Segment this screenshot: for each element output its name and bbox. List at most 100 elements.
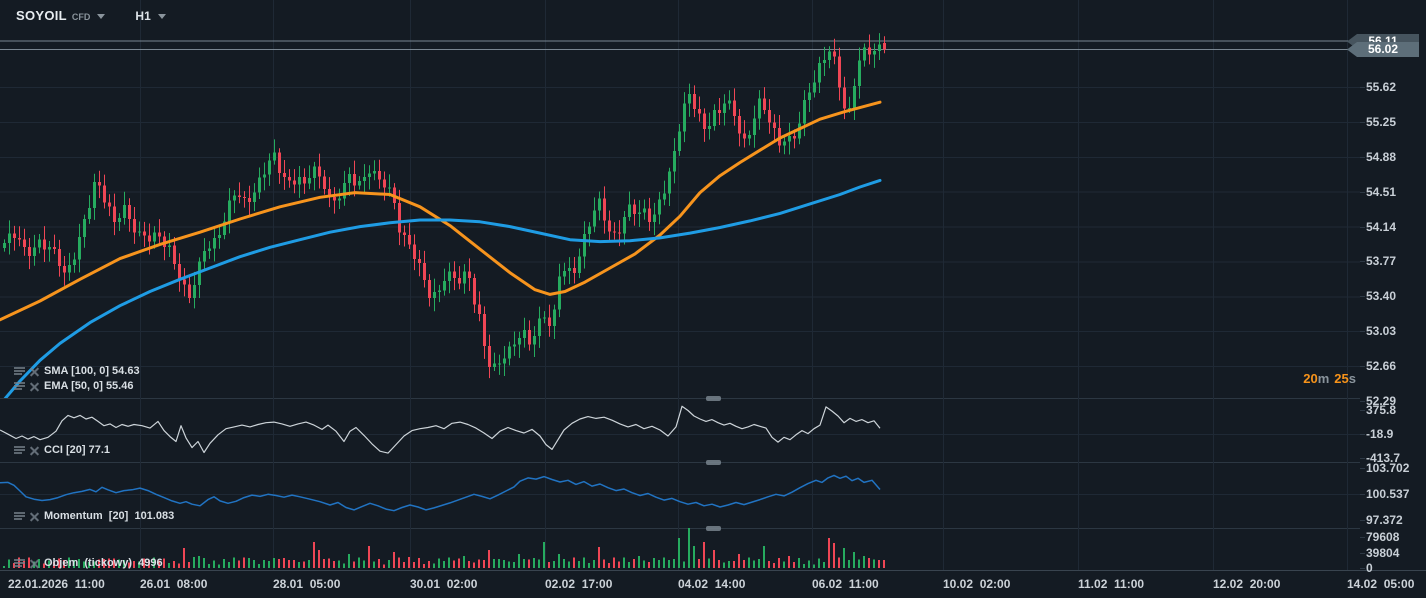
candle-body xyxy=(423,263,426,280)
price-axis[interactable]: 56.11 56.02 55.62 55.25 54.88 54.51 54.14 53.… xyxy=(1347,0,1426,575)
volume-bar xyxy=(488,550,490,568)
volume-bar xyxy=(438,558,440,568)
axis-label: 54.14 xyxy=(1359,219,1397,234)
volume-bar xyxy=(768,561,770,568)
volume-bar xyxy=(363,560,365,568)
axis-label: 52.66 xyxy=(1359,358,1397,373)
candle-body xyxy=(173,245,176,264)
candle-body xyxy=(338,198,341,201)
pane-resize-handle[interactable] xyxy=(706,396,721,401)
time-axis-label: 22.01.2026 11:00 xyxy=(8,577,105,591)
volume-bar xyxy=(393,552,395,568)
pane-resize-handle[interactable] xyxy=(706,460,721,465)
volume-bar xyxy=(868,557,870,568)
momentum-legend-label: Momentum [20] 101.083 xyxy=(44,510,175,522)
indicator-settings-icon[interactable] xyxy=(14,558,25,568)
volume-bar xyxy=(373,561,375,568)
candle-body xyxy=(598,198,601,211)
candle-body xyxy=(243,196,246,199)
candle-body xyxy=(318,166,321,177)
candle-body xyxy=(823,60,826,63)
volume-bar xyxy=(773,563,775,568)
price-pane[interactable] xyxy=(0,0,1360,398)
time-axis[interactable]: 22.01.2026 11:00 26.01 08:00 28.01 05:00 30… xyxy=(0,570,1426,598)
indicator-close-icon[interactable] xyxy=(29,445,40,456)
volume-bar xyxy=(418,558,420,568)
axis-label: 79608 xyxy=(1359,530,1400,544)
indicator-close-icon[interactable] xyxy=(29,366,40,377)
volume-bar xyxy=(573,557,575,568)
volume-bar xyxy=(293,560,295,568)
cci-pane[interactable] xyxy=(0,398,1360,462)
candle-body xyxy=(98,181,101,186)
candle-body xyxy=(663,193,666,200)
candle-body xyxy=(828,51,831,61)
candle-body xyxy=(518,337,521,345)
candles xyxy=(3,33,886,379)
indicator-settings-icon[interactable] xyxy=(14,511,25,521)
volume-bar xyxy=(173,561,175,568)
volume-bar xyxy=(703,542,705,568)
indicator-close-icon[interactable] xyxy=(29,558,40,569)
candle-body xyxy=(248,198,251,202)
candle-body xyxy=(498,363,501,365)
time-axis-label: 06.02 11:00 xyxy=(812,577,879,591)
indicator-close-icon[interactable] xyxy=(29,381,40,392)
candle-body xyxy=(48,246,51,250)
volume-bar xyxy=(783,561,785,568)
candle-body xyxy=(158,232,161,237)
candle-body xyxy=(628,204,631,217)
candle-body xyxy=(123,204,126,218)
volume-bar xyxy=(598,547,600,568)
candle-body xyxy=(508,346,511,359)
momentum-pane[interactable] xyxy=(0,462,1360,528)
candle-body xyxy=(23,239,26,247)
candle-body xyxy=(578,256,581,274)
volume-bar xyxy=(208,563,210,568)
pane-resize-handle[interactable] xyxy=(706,526,721,531)
candle-body xyxy=(863,47,866,61)
volume-bar xyxy=(228,561,230,568)
axis-label: 54.88 xyxy=(1359,149,1397,164)
volume-bar xyxy=(493,558,495,568)
candle-body xyxy=(453,271,456,278)
candle-body xyxy=(708,125,711,129)
volume-bar xyxy=(613,557,615,568)
indicator-settings-icon[interactable] xyxy=(14,366,25,376)
candle-body xyxy=(793,136,796,139)
candle-body xyxy=(753,118,756,136)
symbol-selector[interactable]: SOYOIL CFD xyxy=(16,8,106,23)
indicator-settings-icon[interactable] xyxy=(14,381,25,391)
candle-body xyxy=(73,259,76,265)
candle-body xyxy=(538,318,541,337)
indicator-settings-icon[interactable] xyxy=(14,445,25,455)
volume-bar xyxy=(818,558,820,568)
volume-bar xyxy=(263,560,265,568)
indicator-close-icon[interactable] xyxy=(29,511,40,522)
candle-body xyxy=(593,210,596,227)
candle-body xyxy=(148,235,151,242)
volume-bar xyxy=(313,542,315,568)
volume-bar xyxy=(758,558,760,568)
volume-bar xyxy=(668,560,670,568)
volume-pane[interactable] xyxy=(0,528,1360,570)
candle-body xyxy=(503,358,506,364)
volume-bar xyxy=(253,560,255,568)
volume-bar xyxy=(468,561,470,568)
candle-body xyxy=(693,94,696,110)
volume-bar xyxy=(638,556,640,568)
candle-body xyxy=(178,263,181,280)
volume-bar xyxy=(733,561,735,568)
volume-bar xyxy=(423,563,425,568)
candle-body xyxy=(513,344,516,347)
volume-bar xyxy=(788,556,790,568)
volume-bar xyxy=(563,559,565,568)
candle-body xyxy=(233,195,236,201)
volume-bar xyxy=(183,548,185,568)
candle-body xyxy=(813,82,816,93)
candle-body xyxy=(483,314,486,346)
legend-cci: CCI [20] 77.1 xyxy=(14,444,110,456)
axis-label: 39804 xyxy=(1359,545,1400,560)
timeframe-selector[interactable]: H1 xyxy=(135,9,166,23)
candle-body xyxy=(363,176,366,181)
